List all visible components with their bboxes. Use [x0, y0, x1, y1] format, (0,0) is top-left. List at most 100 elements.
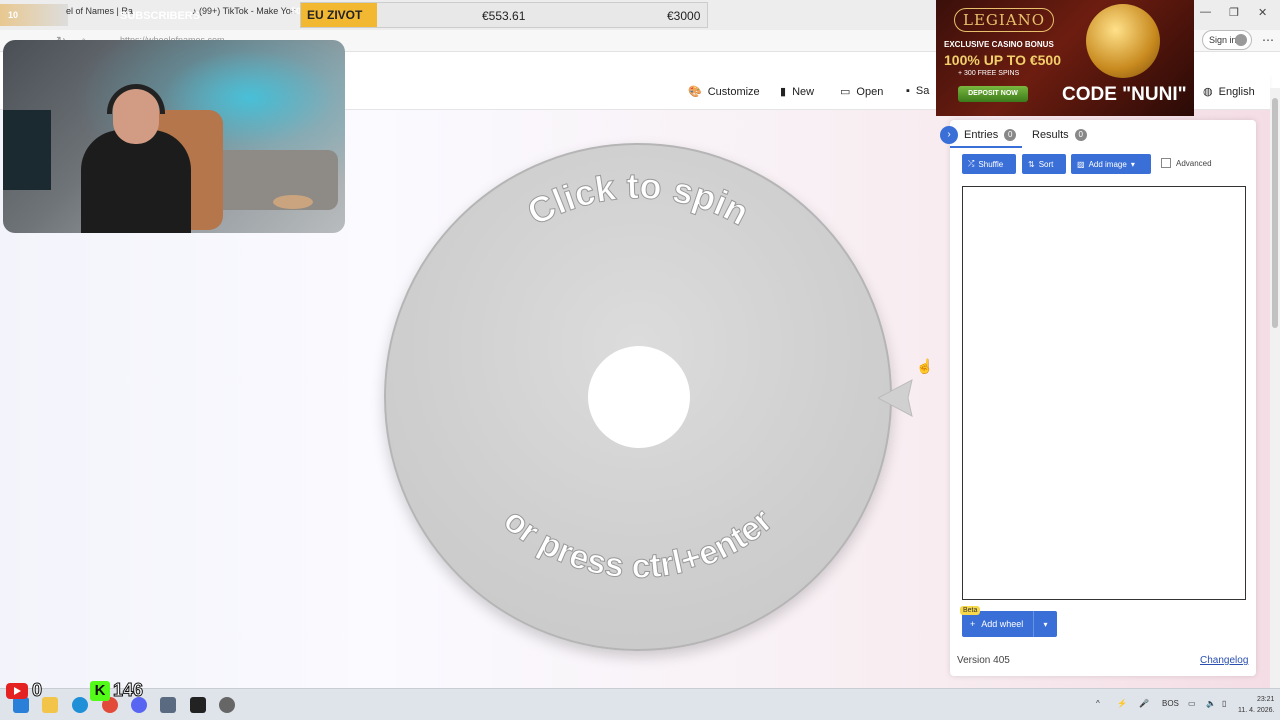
save-button[interactable]: ▪ Sa	[906, 85, 929, 97]
wheel-center-hub[interactable]	[588, 346, 690, 448]
advanced-label: Advanced	[1176, 158, 1212, 168]
open-button[interactable]: ▭ Open	[840, 85, 884, 99]
minimize-icon[interactable]: —	[1200, 6, 1211, 18]
hand-cursor-icon: ☝	[916, 358, 934, 374]
wheel-spin-text-path: Click to spin	[520, 165, 756, 234]
folder-icon: ▭	[840, 86, 851, 98]
overlay-subscribers: SUBSCRIBERS	[120, 10, 201, 22]
shuffle-button[interactable]: ⤮ Shuffle	[962, 154, 1016, 174]
wheel-shortcut-text-path: or press ctrl+enter	[496, 501, 780, 587]
display-icon[interactable]: ▭	[1188, 699, 1196, 708]
advanced-checkbox[interactable]: Advanced	[1161, 158, 1212, 168]
wheel-pointer-icon	[878, 379, 913, 417]
overlay-amount-goal: €3000	[667, 9, 701, 23]
wheel-shortcut-text: or press ctrl+enter	[496, 501, 779, 586]
plus-icon: +	[970, 619, 976, 629]
webcam-person	[81, 130, 191, 233]
entries-textarea[interactable]	[962, 186, 1246, 600]
chevron-right-icon[interactable]: ›	[940, 126, 958, 144]
tray-chevron-icon[interactable]: ^	[1096, 699, 1100, 708]
file-icon: ▮	[780, 86, 787, 98]
settings-icon[interactable]	[160, 697, 176, 713]
tab-results-label: Results	[1032, 129, 1069, 141]
battery-icon[interactable]: ▯	[1222, 699, 1226, 708]
add-image-button[interactable]: ▨ Add image ▾	[1071, 154, 1151, 174]
save-icon: ▪	[906, 85, 910, 97]
overlay-goal-count: 10	[8, 10, 19, 20]
checkbox-icon[interactable]	[1161, 158, 1171, 168]
clock-date: 11. 4. 2026.	[1238, 707, 1275, 714]
shuffle-icon: ⤮	[968, 159, 975, 168]
add-image-label: Add image	[1088, 159, 1127, 169]
open-label: Open	[856, 85, 884, 98]
wheel-spin-text: Click to spin	[521, 165, 756, 233]
new-button[interactable]: ▮ New	[780, 85, 814, 99]
version-text: Version 405	[957, 655, 1010, 666]
entries-count-badge: 0	[1004, 129, 1017, 141]
ad-line1: EXCLUSIVE CASINO BONUS	[944, 40, 1054, 49]
windows-taskbar: ^ ⚡ 🎤 BOS ▭ 🔈 ▯ 23:21 11. 4. 2026.	[0, 688, 1280, 720]
volume-icon[interactable]: 🔈	[1206, 699, 1216, 708]
tab-entries[interactable]: › Entries 0	[940, 124, 1017, 146]
changelog-link[interactable]: Changelog	[1200, 655, 1248, 666]
customize-button[interactable]: 🎨 Customize	[688, 85, 760, 99]
obs-icon[interactable]	[190, 697, 206, 713]
sign-in-label: Sign in	[1209, 35, 1237, 45]
results-count-badge: 0	[1074, 129, 1087, 141]
tab-results[interactable]: Results 0	[1032, 124, 1087, 146]
maximize-icon[interactable]: ❐	[1229, 6, 1239, 19]
avatar-icon	[1235, 34, 1247, 46]
youtube-icon	[6, 682, 28, 699]
tab-entries-label: Entries	[964, 129, 999, 141]
overlay-eu-zivot: EU ZIVOT	[301, 3, 377, 27]
browser-menu-icon[interactable]: ⋯	[1262, 33, 1274, 47]
add-wheel-label: Add wheel	[981, 619, 1024, 629]
kick-icon: K	[90, 680, 110, 701]
beta-badge: Beta	[960, 606, 981, 615]
webcam-sofa	[203, 150, 338, 210]
webcam-feed	[3, 40, 345, 233]
page-scrollbar[interactable]	[1270, 88, 1280, 688]
edge-browser-icon[interactable]	[72, 697, 88, 713]
sort-button[interactable]: ⇅ Sort	[1022, 154, 1066, 174]
customize-label: Customize	[707, 85, 760, 98]
browser-tab-tiktok-label: (99+) TikTok - Make You	[199, 6, 296, 16]
tab-underline	[950, 146, 1022, 148]
image-icon: ▨	[1077, 159, 1085, 169]
chevron-down-icon: ▾	[1130, 159, 1135, 169]
language-indicator[interactable]: BOS	[1162, 699, 1179, 708]
close-icon[interactable]: ✕	[1258, 6, 1267, 19]
ad-line2: 100% UP TO €500	[944, 52, 1062, 68]
language-label: English	[1218, 85, 1255, 98]
webcam-monitor	[3, 110, 51, 190]
globe-icon: ◍	[1203, 86, 1213, 98]
overlay-donation-bar: EU ZIVOT €553.61 €3000	[300, 2, 708, 28]
add-wheel-dropdown-icon[interactable]: ▾	[1034, 620, 1057, 629]
save-label: Sa	[915, 85, 930, 97]
scrollbar-thumb[interactable]	[1272, 98, 1278, 328]
sort-label: Sort	[1038, 159, 1054, 169]
ad-deposit-button[interactable]: DEPOSIT NOW	[958, 86, 1028, 102]
browser-tab-tiktok[interactable]: ♪ (99+) TikTok - Make You	[192, 6, 296, 16]
language-button[interactable]: ◍ English	[1203, 85, 1255, 99]
sign-in-button[interactable]: Sign in	[1202, 30, 1252, 50]
file-explorer-icon[interactable]	[42, 697, 58, 713]
youtube-overlay: 0	[6, 680, 43, 701]
network-icon[interactable]: ⚡	[1117, 699, 1127, 708]
youtube-count: 0	[31, 680, 43, 701]
casino-ad-banner[interactable]: LEGIANO EXCLUSIVE CASINO BONUS 100% UP T…	[936, 0, 1194, 116]
coin-icon	[1086, 4, 1160, 78]
taskbar-clock[interactable]: 23:21 11. 4. 2026.	[1238, 694, 1274, 716]
mic-icon[interactable]: 🎤	[1139, 699, 1149, 708]
app-icon[interactable]	[219, 697, 235, 713]
overlay-amount-current: €553.61	[482, 9, 526, 23]
kick-overlay: K 146	[90, 680, 144, 701]
kick-count: 146	[112, 680, 144, 701]
ad-code: CODE "NUNI"	[1062, 84, 1187, 105]
palette-icon: 🎨	[688, 86, 702, 98]
ad-logo: LEGIANO	[954, 8, 1055, 32]
ad-line3: + 300 FREE SPINS	[958, 70, 1020, 77]
sort-icon: ⇅	[1028, 159, 1035, 169]
shuffle-label: Shuffle	[978, 159, 1004, 169]
clock-time: 23:21	[1256, 696, 1275, 703]
